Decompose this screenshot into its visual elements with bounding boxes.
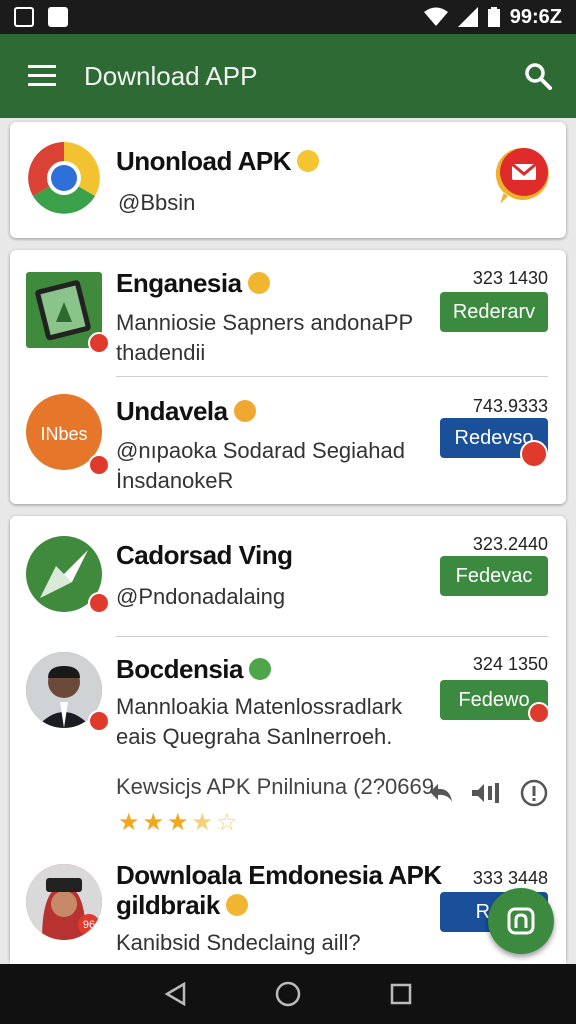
clock: 99:6Z xyxy=(509,5,562,28)
icon-label: INbes xyxy=(40,424,88,444)
app-name: Downloala Emdonesia APK xyxy=(116,860,442,890)
update-badge xyxy=(528,702,550,724)
mail-app-icon[interactable] xyxy=(494,146,550,206)
app-description: @nıpaoka Sodarad Segiahad xyxy=(116,438,405,463)
download-button[interactable]: Rederarv xyxy=(440,292,548,332)
notification-icon xyxy=(14,7,34,27)
app-description: Kanibsid Sndeclaing aill? xyxy=(116,930,361,955)
app-group-card-1: Enganesia Manniosie Sapners andonaPP tha… xyxy=(10,250,566,504)
close-icon[interactable] xyxy=(520,440,548,468)
list-item[interactable]: INbes Undavela @nıpaoka Sodarad Segiahad… xyxy=(10,376,566,504)
update-badge xyxy=(88,454,110,476)
star-empty-icon: ☆ xyxy=(216,809,238,836)
app-name-2: gildbraik xyxy=(116,890,248,921)
floating-action-button[interactable] xyxy=(488,888,554,954)
review-actions xyxy=(428,779,548,807)
download-count: 333 3448 xyxy=(472,868,548,888)
app-name: Enganesia xyxy=(116,268,270,299)
star-half-icon: ★ xyxy=(191,809,214,836)
list-item[interactable]: 96 Downloala Emdonesia APK gildbraik Kan… xyxy=(10,848,566,964)
app-name: Bocdensia xyxy=(116,654,271,685)
app-description: @Pndonadalaing xyxy=(116,584,286,609)
search-icon xyxy=(525,63,552,90)
photo-notification-icon xyxy=(48,7,68,27)
list-item[interactable]: Bocdensia Mannloakia Matenlossradlark ea… xyxy=(10,636,566,866)
app-description-2: eais Quegraha Sanlnerroeh. xyxy=(116,724,393,749)
review-text: Kewsicjs APK Pnilniuna (2?0669 xyxy=(116,774,434,799)
app-name: Undavela xyxy=(116,396,256,427)
menu-button[interactable] xyxy=(0,34,84,118)
search-button[interactable] xyxy=(518,56,558,96)
signal-icon xyxy=(457,7,478,27)
green-smile-icon xyxy=(249,658,271,681)
chrome-logo-icon xyxy=(26,140,102,216)
battery-icon xyxy=(487,7,500,27)
rating-stars: ★ ★ ★ ★ ☆ xyxy=(118,808,238,837)
download-count: 324 1350 xyxy=(472,654,548,674)
hamburger-icon xyxy=(28,65,56,86)
status-bar: 99:6Z xyxy=(0,0,576,34)
header-card[interactable]: Unonload APK @Bbsin xyxy=(10,122,566,238)
download-button[interactable]: Fedevac xyxy=(440,556,548,596)
navigation-bar xyxy=(0,964,576,1024)
avatar: 96 xyxy=(26,864,102,940)
app-group-card-3: 96 Downloala Emdonesia APK gildbraik Kan… xyxy=(10,848,566,964)
recents-icon[interactable] xyxy=(390,983,412,1005)
update-badge xyxy=(88,332,110,354)
header-title: Unonload APK xyxy=(116,146,320,177)
info-icon[interactable] xyxy=(520,779,548,807)
smile-emoji-icon xyxy=(225,894,248,917)
frog-emoji-icon xyxy=(297,150,320,173)
star-icon: ★ xyxy=(167,809,189,836)
wifi-icon xyxy=(423,7,448,26)
home-icon[interactable] xyxy=(275,981,301,1007)
store-icon xyxy=(507,907,535,935)
list-item[interactable]: Enganesia Manniosie Sapners andonaPP tha… xyxy=(10,250,566,376)
audio-icon[interactable] xyxy=(472,782,502,804)
back-icon[interactable] xyxy=(164,982,186,1006)
download-count: 323.2440 xyxy=(472,534,548,554)
icon-badge: 96 xyxy=(78,914,100,936)
smile-emoji-icon xyxy=(247,272,270,295)
app-title: Download APP xyxy=(84,60,258,91)
app-description-2: thadendii xyxy=(116,340,206,365)
download-count: 323 1430 xyxy=(472,268,548,288)
app-name: Cadorsad Ving xyxy=(116,540,293,570)
reply-icon[interactable] xyxy=(428,782,454,804)
grin-emoji-icon xyxy=(233,400,256,423)
app-description: Mannloakia Matenlossradlark xyxy=(116,694,403,719)
update-badge xyxy=(88,592,110,614)
download-count: 743.9333 xyxy=(472,396,548,416)
app-description-2: İnsdanokeR xyxy=(116,468,234,493)
app-bar: Download APP xyxy=(0,34,576,118)
app-list[interactable]: Unonload APK @Bbsin Enganesia Manniosie … xyxy=(0,118,576,964)
star-icon: ★ xyxy=(118,809,140,836)
app-description: Manniosie Sapners andonaPP xyxy=(116,310,414,335)
star-icon: ★ xyxy=(142,809,165,836)
header-handle: @Bbsin xyxy=(118,190,196,215)
list-item[interactable]: Cadorsad Ving @Pndonadalaing 323.2440 Fe… xyxy=(10,516,566,638)
update-badge xyxy=(88,710,110,732)
